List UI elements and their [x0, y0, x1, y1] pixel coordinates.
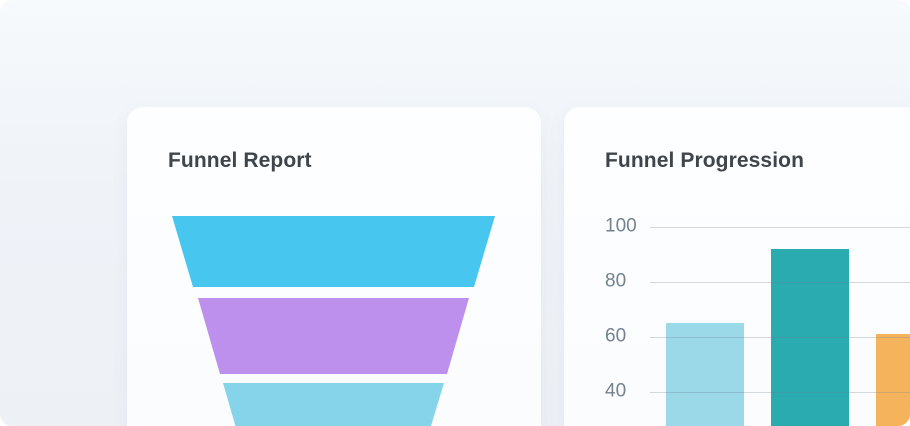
- bar-chart-plot: 100 80 60 40: [564, 107, 910, 426]
- y-axis-tick-label: 60: [605, 326, 626, 348]
- bar-3: [876, 334, 910, 426]
- bar-1: [666, 323, 744, 426]
- y-axis-tick-label: 80: [605, 271, 626, 293]
- funnel-chart: [127, 107, 541, 426]
- gridline: [650, 337, 910, 338]
- funnel-progression-card: Funnel Progression 100806040: [564, 107, 910, 426]
- funnel-segment-stage-3: [223, 383, 444, 426]
- funnel-report-card: Funnel Report: [127, 107, 541, 426]
- funnel-segment-stage-2: [198, 298, 469, 374]
- funnel-segment-stage-1: [172, 216, 495, 287]
- gridline: [650, 392, 910, 393]
- dashboard-page: Funnel Report Funnel Progression 1008060…: [0, 0, 910, 426]
- y-axis-tick-label: 40: [605, 381, 626, 403]
- y-axis-tick-label: 100: [605, 216, 637, 238]
- gridline: [650, 282, 910, 283]
- gridline: [650, 227, 910, 228]
